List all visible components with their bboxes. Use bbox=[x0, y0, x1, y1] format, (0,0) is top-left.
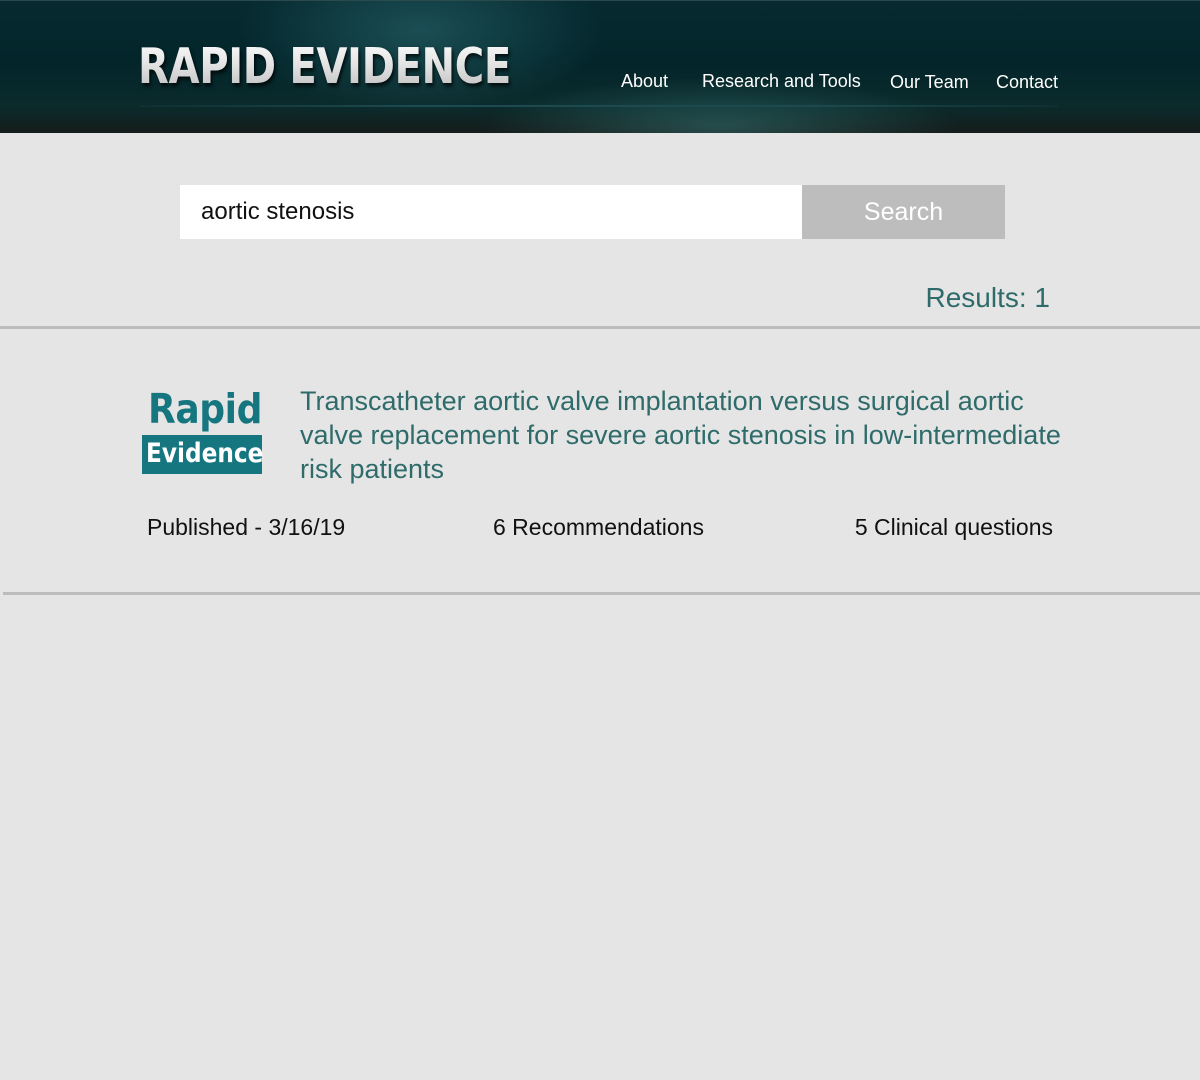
results-count: Results: 1 bbox=[925, 282, 1051, 313]
results-divider-bottom bbox=[3, 592, 1200, 595]
result-published-date: Published - 3/16/19 bbox=[147, 514, 346, 540]
result-clinical-questions-count: 5 Clinical questions bbox=[854, 514, 1053, 540]
nav-item-research-and-tools[interactable]: Research and Tools bbox=[702, 71, 861, 91]
site-header: RAPID EVIDENCE About Research and Tools … bbox=[0, 0, 1200, 133]
nav-item-our-team[interactable]: Our Team bbox=[890, 72, 969, 92]
search-input[interactable] bbox=[180, 185, 802, 239]
result-recommendations-count: 6 Recommendations bbox=[493, 514, 704, 540]
rapid-evidence-logo-rapid: Rapid bbox=[148, 385, 262, 433]
result-item[interactable]: Rapid Evidence Transcatheter aortic valv… bbox=[0, 329, 1200, 592]
nav-item-contact[interactable]: Contact bbox=[996, 72, 1058, 92]
search-button[interactable]: Search bbox=[802, 185, 1005, 239]
rapid-evidence-logo-evidence: Evidence bbox=[146, 438, 264, 469]
nav-item-about[interactable]: About bbox=[621, 71, 668, 91]
result-title[interactable]: Transcatheter aortic valve implantation … bbox=[300, 384, 1070, 486]
nav-underline bbox=[140, 105, 1058, 107]
site-logo[interactable]: RAPID EVIDENCE bbox=[138, 37, 511, 97]
